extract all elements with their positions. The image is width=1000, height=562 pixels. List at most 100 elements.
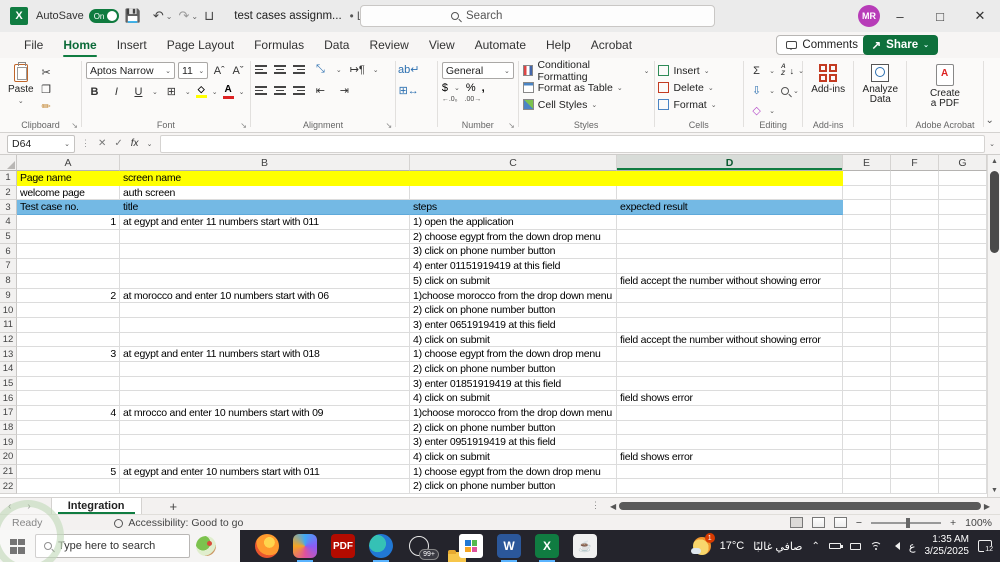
cell-B21[interactable]: at egypt and enter 10 numbers start with… — [120, 464, 410, 480]
cell-E19[interactable] — [843, 435, 891, 451]
cell-C12[interactable]: 4) click on submit — [410, 332, 617, 348]
clock[interactable]: 1:35 AM 3/25/2025 — [925, 534, 970, 559]
cell-A5[interactable] — [17, 229, 120, 245]
cell-A2[interactable]: welcome page — [17, 185, 120, 201]
cell-E11[interactable] — [843, 317, 891, 333]
cell-F2[interactable] — [891, 185, 939, 201]
cell-B16[interactable] — [120, 391, 410, 406]
underline-icon[interactable]: U — [130, 84, 147, 99]
font-color-icon[interactable]: A — [222, 84, 234, 99]
zoom-slider[interactable] — [871, 517, 941, 528]
column-header-E[interactable]: E — [843, 155, 891, 171]
cell-E4[interactable] — [843, 215, 891, 230]
percent-icon[interactable]: % — [466, 82, 476, 94]
copy-icon[interactable]: ❐ — [38, 82, 55, 97]
zoom-out-icon[interactable]: − — [856, 517, 862, 529]
cell-F5[interactable] — [891, 229, 939, 245]
column-header-D[interactable]: D — [617, 155, 843, 171]
sort-filter-icon[interactable]: AZ — [781, 63, 786, 77]
undo-chevron-icon[interactable]: ⌄ — [166, 12, 173, 21]
menu-file[interactable]: File — [14, 34, 53, 56]
alignment-dialog-launcher-icon[interactable]: ↘ — [386, 121, 393, 130]
cell-G3[interactable] — [939, 200, 987, 216]
row-header-4[interactable]: 4 — [0, 215, 17, 230]
cell-B14[interactable] — [120, 361, 410, 377]
cell-A14[interactable] — [17, 361, 120, 377]
normal-view-icon[interactable] — [789, 517, 803, 528]
cell-G2[interactable] — [939, 185, 987, 201]
menu-page-layout[interactable]: Page Layout — [157, 34, 244, 56]
merge-center-icon[interactable]: ⊞↔ — [399, 83, 419, 98]
comments-button[interactable]: Comments — [776, 35, 868, 55]
cell-D6[interactable] — [617, 244, 843, 260]
wifi-icon[interactable] — [869, 542, 882, 550]
cell-G5[interactable] — [939, 229, 987, 245]
cell-D8[interactable]: field accept the number without showing … — [617, 273, 843, 289]
cell-G12[interactable] — [939, 332, 987, 348]
vertical-scrollbar[interactable]: ▲ ▼ — [987, 155, 1000, 497]
volume-icon[interactable] — [891, 542, 900, 550]
cell-B1[interactable]: screen name — [120, 171, 410, 186]
styles-cell-styles[interactable]: Cell Styles ⌄ — [522, 96, 650, 113]
align-right-icon[interactable] — [292, 86, 305, 95]
text-direction-icon[interactable]: ↦¶ — [349, 62, 366, 77]
bold-icon[interactable]: B — [86, 84, 103, 99]
row-header-6[interactable]: 6 — [0, 244, 17, 260]
cell-D14[interactable] — [617, 361, 843, 377]
cell-D7[interactable] — [617, 259, 843, 274]
share-button[interactable]: ↗ Share ⌄ — [862, 35, 938, 55]
cell-D2[interactable] — [617, 185, 843, 201]
hidden-icons-chevron-icon[interactable]: ⌃ — [812, 541, 820, 552]
number-format-select[interactable]: General ⌄ — [441, 62, 514, 79]
cell-B11[interactable] — [120, 317, 410, 333]
create-pdf-button[interactable]: Createa PDF — [911, 62, 978, 111]
minimize-button[interactable]: – — [880, 0, 920, 32]
font-dialog-launcher-icon[interactable]: ↘ — [240, 121, 247, 130]
format-painter-icon[interactable]: ✏ — [38, 99, 55, 114]
cell-G16[interactable] — [939, 391, 987, 406]
cell-B19[interactable] — [120, 435, 410, 451]
cell-D21[interactable] — [617, 464, 843, 480]
align-middle-icon[interactable] — [273, 65, 286, 74]
collapse-ribbon-icon[interactable]: ⌄ — [986, 115, 994, 126]
next-sheet-icon[interactable]: › — [19, 501, 38, 512]
menu-acrobat[interactable]: Acrobat — [581, 34, 642, 56]
close-button[interactable]: ✕ — [960, 0, 1000, 32]
menu-view[interactable]: View — [419, 34, 465, 56]
cell-D1[interactable] — [617, 171, 843, 186]
cell-E3[interactable] — [843, 200, 891, 216]
cell-A10[interactable] — [17, 303, 120, 318]
cell-G15[interactable] — [939, 376, 987, 392]
cell-F18[interactable] — [891, 420, 939, 436]
battery-icon[interactable] — [828, 543, 843, 549]
cell-A11[interactable] — [17, 317, 120, 333]
cell-F21[interactable] — [891, 464, 939, 480]
cell-C16[interactable]: 4) click on submit — [410, 391, 617, 406]
cell-B4[interactable]: at egypt and enter 11 numbers start with… — [120, 215, 410, 230]
cell-D18[interactable] — [617, 420, 843, 436]
cell-D22[interactable] — [617, 479, 843, 495]
cell-C3[interactable]: steps — [410, 200, 617, 216]
cell-C5[interactable]: 2) choose egypt from the down drop menu — [410, 229, 617, 245]
cell-G7[interactable] — [939, 259, 987, 274]
cell-F13[interactable] — [891, 347, 939, 362]
styles-format-as-table[interactable]: Format as Table ⌄ — [522, 79, 650, 96]
comma-style-icon[interactable]: , — [482, 82, 485, 94]
cell-E12[interactable] — [843, 332, 891, 348]
word-icon[interactable]: W — [497, 534, 521, 562]
cell-E7[interactable] — [843, 259, 891, 274]
cell-D11[interactable] — [617, 317, 843, 333]
cell-C4[interactable]: 1) open the application — [410, 215, 617, 230]
cell-D5[interactable] — [617, 229, 843, 245]
cell-D15[interactable] — [617, 376, 843, 392]
undo-icon[interactable]: ↶ — [153, 8, 164, 24]
cell-A4[interactable]: 1 — [17, 215, 120, 230]
cell-E5[interactable] — [843, 229, 891, 245]
clipboard-dialog-launcher-icon[interactable]: ↘ — [71, 121, 78, 130]
excel-app-icon[interactable]: X — [10, 7, 28, 25]
touch-keyboard-icon[interactable] — [849, 542, 861, 550]
cell-A7[interactable] — [17, 259, 120, 274]
cell-F6[interactable] — [891, 244, 939, 260]
cell-B12[interactable] — [120, 332, 410, 348]
cell-E21[interactable] — [843, 464, 891, 480]
